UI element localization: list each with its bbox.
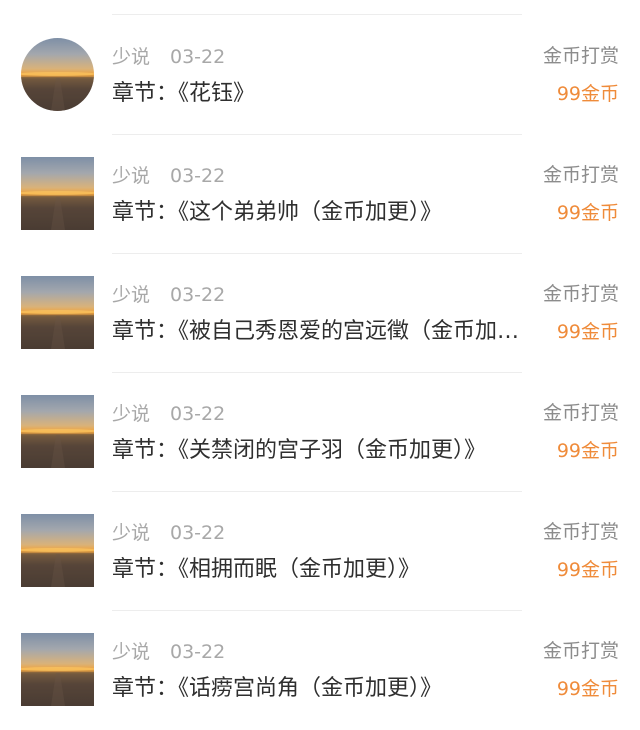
reward-date: 03-22: [170, 403, 226, 425]
avatar[interactable]: [21, 633, 94, 706]
avatar[interactable]: [21, 276, 94, 349]
user-name: 少说: [112, 165, 151, 187]
reward-date: 03-22: [170, 641, 226, 663]
reward-amount: 99金币: [556, 321, 619, 343]
reward-row[interactable]: 少说 03-22 章节：《相拥而眠（金币加更）》 金币打赏 99金币: [0, 492, 640, 611]
user-name: 少说: [112, 522, 151, 544]
sunset-photo-avatar-icon: [21, 667, 94, 706]
divider: [112, 14, 522, 15]
user-name: 少说: [112, 284, 151, 306]
reward-type: 金币打赏: [542, 521, 619, 543]
reward-amount: 99金币: [556, 559, 619, 581]
avatar[interactable]: [21, 514, 94, 587]
reward-type: 金币打赏: [542, 640, 619, 662]
reward-amount: 99金币: [556, 202, 619, 224]
reward-row[interactable]: 少说 03-22 章节：《关禁闭的宫子羽（金币加更）》 金币打赏 99金币: [0, 373, 640, 492]
chapter-title[interactable]: 章节：《相拥而眠（金币加更）》: [112, 555, 522, 585]
avatar[interactable]: [21, 38, 94, 111]
user-name: 少说: [112, 403, 151, 425]
user-name: 少说: [112, 46, 151, 68]
reward-amount: 99金币: [556, 83, 619, 105]
chapter-title[interactable]: 章节：《话痨宫尚角（金币加更）》: [112, 674, 522, 704]
avatar[interactable]: [21, 157, 94, 230]
reward-date: 03-22: [170, 522, 226, 544]
reward-type: 金币打赏: [542, 283, 619, 305]
sunset-photo-avatar-icon: [21, 310, 94, 349]
reward-type: 金币打赏: [542, 45, 619, 67]
reward-amount: 99金币: [556, 440, 619, 462]
reward-row[interactable]: 少说 03-22 章节：《被自己秀恩爱的宫远徵（金币加更）》 金币打赏 99金币: [0, 254, 640, 373]
sunset-photo-avatar-icon: [21, 429, 94, 468]
reward-date: 03-22: [170, 165, 226, 187]
reward-row[interactable]: 少说 03-22 章节：《话痨宫尚角（金币加更）》 金币打赏 99金币: [0, 611, 640, 730]
reward-row[interactable]: 少说 03-22 章节：《花钰》 金币打赏 99金币: [0, 16, 640, 135]
reward-row[interactable]: 少说 03-22 章节：《这个弟弟帅（金币加更）》 金币打赏 99金币: [0, 135, 640, 254]
reward-list: 少说 03-22 章节：《花钰》 金币打赏 99金币 少说 03-22 章节：《…: [0, 0, 640, 723]
chapter-title[interactable]: 章节：《花钰》: [112, 79, 522, 109]
chapter-title[interactable]: 章节：《这个弟弟帅（金币加更）》: [112, 198, 522, 228]
reward-amount: 99金币: [556, 678, 619, 700]
reward-type: 金币打赏: [542, 164, 619, 186]
reward-date: 03-22: [170, 284, 226, 306]
sunset-photo-avatar-icon: [21, 191, 94, 230]
user-name: 少说: [112, 641, 151, 663]
sunset-photo-avatar-icon: [21, 72, 94, 111]
chapter-title[interactable]: 章节：《被自己秀恩爱的宫远徵（金币加更）》: [112, 317, 522, 347]
reward-type: 金币打赏: [542, 402, 619, 424]
reward-date: 03-22: [170, 46, 226, 68]
sunset-photo-avatar-icon: [21, 548, 94, 587]
avatar[interactable]: [21, 395, 94, 468]
chapter-title[interactable]: 章节：《关禁闭的宫子羽（金币加更）》: [112, 436, 522, 466]
